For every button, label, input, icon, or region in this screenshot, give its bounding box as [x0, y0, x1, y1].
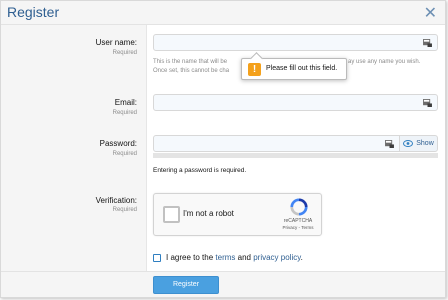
close-icon[interactable]: ✕: [424, 3, 437, 23]
password-input[interactable]: [154, 136, 399, 151]
username-hint-line1: This is the name that will be: [153, 59, 228, 65]
email-input[interactable]: [154, 95, 437, 110]
verification-label: Verification:: [95, 196, 137, 205]
username-label: User name:: [95, 38, 137, 47]
show-password-label: Show: [416, 140, 434, 147]
password-manager-icon[interactable]: [423, 39, 432, 47]
privacy-policy-link[interactable]: privacy policy: [253, 253, 300, 262]
password-field[interactable]: [153, 135, 400, 152]
dialog-title: Register: [7, 4, 60, 20]
register-button[interactable]: Register: [153, 276, 219, 294]
recaptcha-widget: I'm not a robot reCAPTCHA Privacy - Term…: [153, 193, 322, 236]
register-dialog: Register ✕ User name: Required This is t…: [0, 0, 446, 298]
terms-link[interactable]: terms: [215, 253, 235, 262]
tooltip-text: Please fill out this field.: [266, 65, 338, 72]
show-password-button[interactable]: Show: [399, 135, 438, 152]
agree-checkbox[interactable]: [153, 253, 161, 262]
agree-row: I agree to the terms and privacy policy.: [153, 253, 303, 262]
password-manager-icon[interactable]: [423, 99, 432, 107]
recaptcha-brand: reCAPTCHA: [283, 218, 313, 224]
recaptcha-label: I'm not a robot: [183, 209, 234, 218]
username-hint-line1-end: ay use any name you wish.: [348, 59, 421, 65]
agree-prefix: I agree to the: [166, 253, 214, 262]
username-required: Required: [112, 50, 137, 56]
recaptcha-checkbox[interactable]: [163, 206, 180, 223]
username-hint-line2: Once set, this cannot be cha: [153, 68, 230, 74]
dialog-header: Register ✕: [1, 1, 445, 25]
agree-and: and: [237, 253, 251, 262]
label-column: [1, 25, 147, 271]
eye-icon: [403, 140, 414, 147]
username-input[interactable]: [154, 35, 437, 50]
email-required: Required: [112, 110, 137, 116]
recaptcha-logo-icon: [290, 198, 308, 216]
email-label: Email:: [114, 98, 137, 107]
validation-tooltip: ! Please fill out this field.: [241, 58, 347, 80]
password-message: Entering a password is required.: [153, 167, 247, 174]
email-field[interactable]: [153, 94, 438, 111]
verification-required: Required: [112, 207, 137, 213]
recaptcha-links[interactable]: Privacy - Terms: [274, 225, 322, 230]
warning-icon: !: [248, 63, 261, 76]
password-label: Password:: [99, 139, 137, 148]
password-required: Required: [112, 151, 137, 157]
agree-suffix: .: [300, 253, 303, 262]
password-manager-icon[interactable]: [385, 140, 394, 148]
password-strength-bar: [153, 153, 438, 158]
username-field[interactable]: [153, 34, 438, 51]
username-hint: This is the name that will be ay use any…: [153, 58, 420, 76]
dialog-footer: Register: [1, 271, 445, 297]
